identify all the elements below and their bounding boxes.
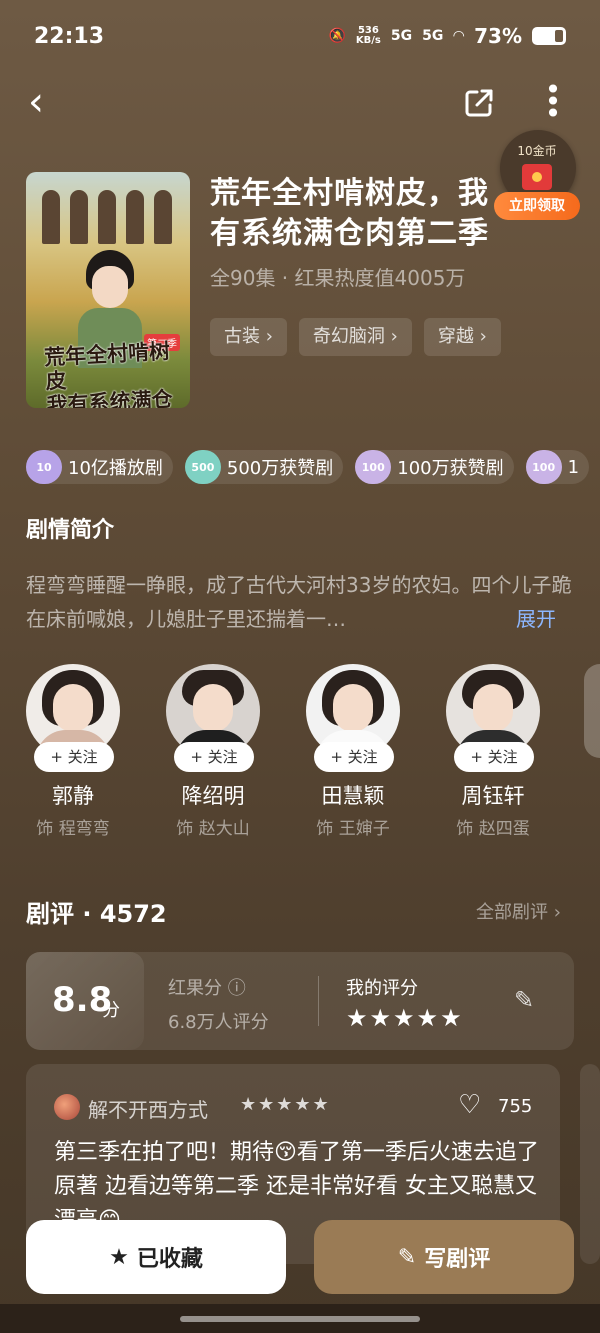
badge-label: 1	[567, 456, 580, 478]
like-badge-icon: 500	[184, 450, 221, 484]
share-icon[interactable]	[462, 86, 498, 122]
my-rating-label: 我的评分	[346, 978, 418, 999]
divider	[318, 976, 319, 1026]
genre-tags: 古装 › 奇幻脑洞 › 穿越 ›	[210, 318, 501, 356]
my-rating-stars[interactable]: ★★★★★	[346, 1004, 464, 1032]
cast-next-avatar[interactable]	[584, 664, 600, 758]
cast-name: 田慧颖	[321, 784, 385, 808]
cast-name: 郭静	[52, 784, 94, 808]
all-reviews-link[interactable]: 全部剧评 ›	[476, 898, 561, 924]
follow-button[interactable]: + 关注	[314, 742, 394, 772]
achievement-badges: 10 10亿播放剧 500 500万获赞剧 100 100万获赞剧 100 1	[26, 450, 590, 484]
avatar	[54, 1094, 80, 1120]
collect-button[interactable]: ★ 已收藏	[26, 1220, 286, 1294]
back-icon[interactable]: ‹	[28, 80, 68, 126]
pencil-icon: ✎	[397, 1244, 417, 1270]
cast-member[interactable]: + 关注 降绍明 饰 赵大山	[166, 664, 260, 839]
home-indicator[interactable]	[180, 1316, 420, 1322]
show-title-text: 荒年全村啃树皮，我有系统满仓肉第二季	[210, 176, 489, 251]
cast-name: 周钰轩	[461, 784, 525, 808]
cast-member[interactable]: + 关注 郭静 饰 程弯弯	[26, 664, 120, 839]
wifi-icon: ◠	[453, 28, 465, 44]
poster-title-line1: 荒年全村啃树皮	[43, 339, 171, 394]
cast-role: 饰 赵大山	[176, 819, 250, 839]
reviews-header: 剧评 · 4572	[26, 900, 167, 928]
red-envelope-icon	[522, 164, 552, 190]
heart-icon[interactable]: ♡	[458, 1090, 481, 1120]
signal-icon-2: 5G	[422, 28, 444, 44]
like-count: 755	[498, 1096, 533, 1117]
cast-member[interactable]: + 关注 田慧颖 饰 王婶子	[306, 664, 400, 839]
genre-tag[interactable]: 奇幻脑洞 ›	[298, 318, 412, 356]
show-poster[interactable]: 第二季 荒年全村啃树皮 我有系统满仓肉	[26, 172, 190, 408]
more-icon[interactable]: • • •	[538, 76, 568, 128]
show-title: 荒年全村啃树皮，我有系统满仓肉第二季	[210, 174, 510, 254]
poster-title: 荒年全村啃树皮 我有系统满仓肉	[44, 338, 189, 408]
badge-label: 500万获赞剧	[226, 458, 334, 479]
collect-label: 已收藏	[136, 1247, 203, 1272]
cast-name: 降绍明	[181, 784, 245, 808]
badge-500w-likes[interactable]: 500 500万获赞剧	[184, 450, 344, 484]
follow-button[interactable]: + 关注	[34, 742, 114, 772]
score-label: 红果分 ⓘ	[168, 978, 246, 999]
cast-member[interactable]: + 关注 周钰轩 饰 赵四蛋	[446, 664, 540, 839]
score-count: 6.8万人评分	[168, 1012, 269, 1033]
review-username: 解不开西方式	[88, 1098, 208, 1122]
speed-unit: KB/s	[355, 35, 381, 46]
coin-label: 10金币	[517, 144, 557, 158]
score-unit: 分	[102, 1000, 120, 1021]
badge-icon: 100	[525, 450, 562, 484]
badge-10yi-plays[interactable]: 10 10亿播放剧	[26, 450, 173, 484]
synopsis-title: 剧情简介	[26, 518, 115, 543]
follow-button[interactable]: + 关注	[454, 742, 534, 772]
status-icons: 🔕 536 KB/s 5G 5G ◠ 73%	[328, 24, 566, 48]
poster-background-figures	[36, 182, 180, 252]
write-label: 写剧评	[424, 1247, 491, 1272]
battery-percent: 73%	[474, 24, 522, 48]
synopsis-text: 程弯弯睡醒一睁眼，成了古代大河村33岁的农妇。四个儿子跪在床前喊娘，儿媳肚子里还…	[26, 573, 572, 631]
expand-link[interactable]: 展开	[516, 603, 556, 632]
cast-role: 饰 王婶子	[316, 819, 390, 839]
network-speed: 536 KB/s	[356, 26, 381, 46]
status-time: 22:13	[34, 24, 105, 49]
cast-role: 饰 赵四蛋	[456, 819, 530, 839]
status-bar: 22:13 🔕 536 KB/s 5G 5G ◠ 73%	[0, 0, 600, 72]
bottom-action-bar: ★ 已收藏 ✎ 写剧评	[0, 1208, 600, 1333]
pencil-icon[interactable]: ✎	[514, 986, 544, 1016]
play-badge-icon: 10	[26, 450, 62, 484]
show-meta: 全90集 · 红果热度值4005万	[210, 266, 466, 290]
mute-icon: 🔕	[328, 28, 346, 44]
score-card: 8.8 分 红果分 ⓘ 6.8万人评分 我的评分 ★★★★★ ✎	[26, 952, 574, 1050]
like-badge-icon: 100	[355, 450, 392, 484]
badge-partial[interactable]: 100 1	[525, 450, 590, 484]
top-nav: ‹ • • •	[0, 76, 600, 130]
cast-list: + 关注 郭静 饰 程弯弯 + 关注 降绍明 饰 赵大山 + 关注 田慧颖 饰 …	[26, 664, 540, 839]
review-stars: ★★★★★	[240, 1094, 331, 1115]
badge-label: 10亿播放剧	[68, 458, 163, 479]
battery-icon	[532, 27, 566, 45]
follow-button[interactable]: + 关注	[174, 742, 254, 772]
cast-role: 饰 程弯弯	[36, 819, 110, 839]
write-review-button[interactable]: ✎ 写剧评	[314, 1220, 574, 1294]
badge-label: 100万获赞剧	[397, 458, 504, 479]
genre-tag[interactable]: 穿越 ›	[423, 318, 501, 356]
star-icon: ★	[109, 1244, 129, 1270]
badge-100w-likes[interactable]: 100 100万获赞剧	[355, 450, 514, 484]
genre-tag[interactable]: 古装 ›	[210, 318, 287, 356]
signal-icon-1: 5G	[390, 28, 413, 44]
